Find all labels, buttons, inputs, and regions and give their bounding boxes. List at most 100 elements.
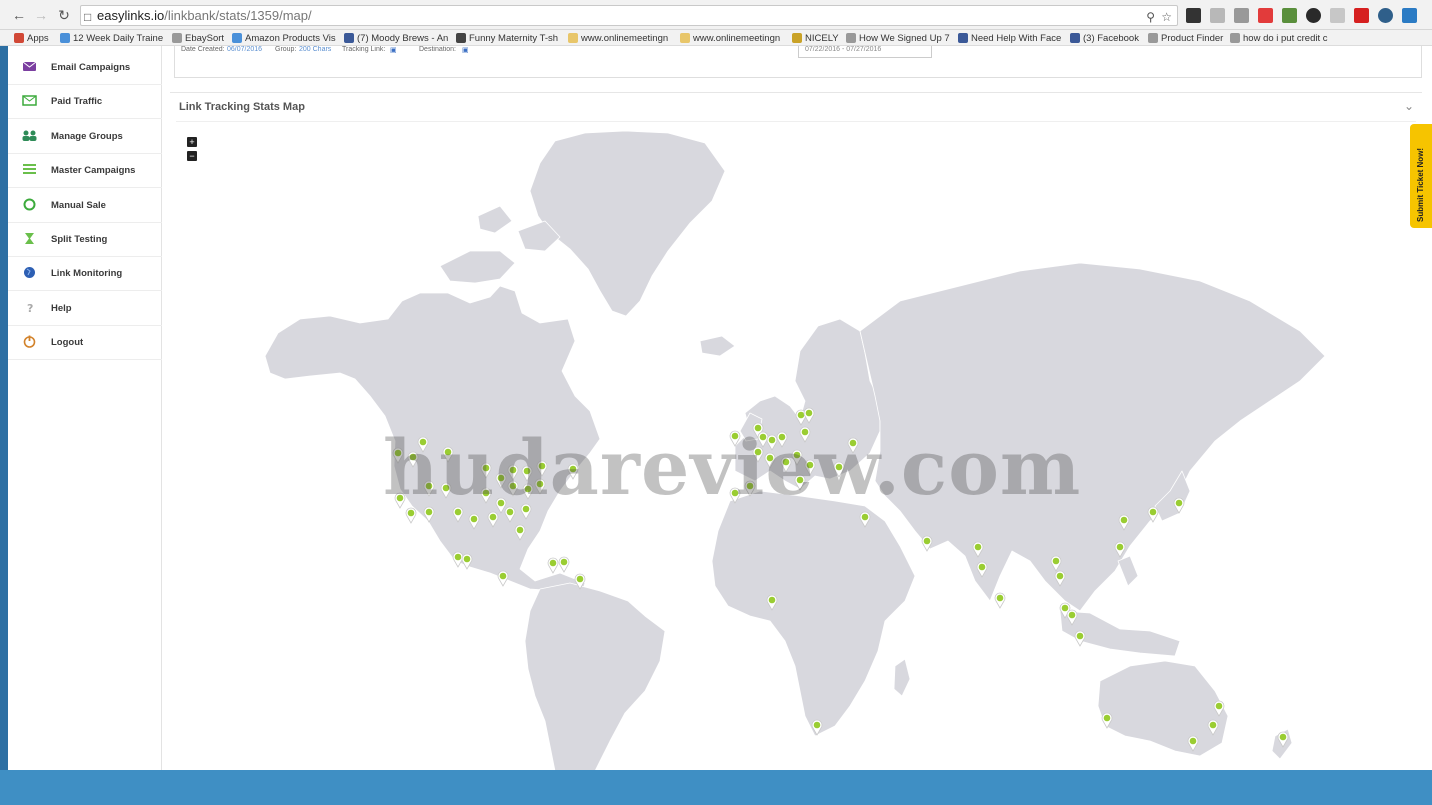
map-marker-dot xyxy=(923,537,931,545)
bookmark-label: Product Finder xyxy=(1161,32,1224,44)
africa xyxy=(711,490,916,737)
sidebar-item-master-campaigns[interactable]: Master Campaigns xyxy=(8,154,162,189)
map-marker-dot xyxy=(1056,572,1064,580)
url-domain: easylinks.io xyxy=(97,8,165,23)
date-created-value: 06/07/2016 xyxy=(227,46,263,53)
bookmark-label: Amazon Products Vis xyxy=(245,32,336,44)
map-marker-dot xyxy=(768,596,776,604)
map-marker-dot xyxy=(1120,516,1128,524)
cart-icon[interactable] xyxy=(1258,8,1273,23)
sidebar-item-label: Paid Traffic xyxy=(51,96,103,108)
bookmark-item[interactable]: Amazon Products Vis xyxy=(232,31,336,45)
back-arrow-icon[interactable]: ← xyxy=(10,6,28,24)
map-marker[interactable] xyxy=(547,557,559,574)
iceland xyxy=(699,335,736,357)
extension-icon[interactable] xyxy=(1330,8,1345,23)
bookmark-item[interactable]: Apps xyxy=(14,31,49,45)
map-marker-dot xyxy=(1279,733,1287,741)
page-icon xyxy=(1148,33,1158,43)
bookmark-item[interactable]: (3) Facebook xyxy=(1070,31,1139,45)
page-icon xyxy=(1230,33,1240,43)
extension-icon[interactable] xyxy=(1186,8,1201,23)
map-marker-dot xyxy=(797,411,805,419)
app-content: Email Campaigns Paid Traffic Manage Groups… xyxy=(0,46,1432,770)
sidebar-item-manual-sale[interactable]: Manual Sale xyxy=(8,189,162,223)
greenland xyxy=(529,130,726,317)
bookmark-item[interactable]: www.onlinemeetingn xyxy=(568,31,668,45)
bookmark-item[interactable]: (7) Moody Brews - An xyxy=(344,31,448,45)
bookmark-item[interactable]: How We Signed Up 7 xyxy=(846,31,950,45)
map-marker-dot xyxy=(978,563,986,571)
sidebar: Email Campaigns Paid Traffic Manage Groups… xyxy=(8,46,162,770)
bookmark-label: Need Help With Face xyxy=(971,32,1062,44)
list-icon xyxy=(23,164,36,175)
bookmark-item[interactable]: Funny Maternity T-sh xyxy=(456,31,558,45)
sidebar-item-paid-traffic[interactable]: Paid Traffic xyxy=(8,85,162,120)
search-icon[interactable]: ⚲ xyxy=(1146,8,1155,25)
page-icon: □ xyxy=(84,10,92,24)
extension-icon[interactable] xyxy=(1306,8,1321,23)
bookmark-label: EbaySort xyxy=(185,32,225,44)
date-range-picker[interactable]: 07/22/2016 - 07/27/2016 xyxy=(798,46,932,58)
star-icon[interactable]: ☆ xyxy=(1161,8,1172,25)
reload-icon[interactable]: ↻ xyxy=(55,6,73,24)
extension-icon[interactable] xyxy=(1354,8,1369,23)
bookmark-label: (3) Facebook xyxy=(1083,32,1139,44)
map-marker-dot xyxy=(813,721,821,729)
group-value: 200 Chars xyxy=(299,46,332,53)
group-label: Group: xyxy=(275,46,297,53)
bookmark-icon xyxy=(792,33,802,43)
sidebar-item-label: Help xyxy=(51,302,72,314)
bookmark-item[interactable]: EbaySort xyxy=(172,31,224,45)
map-marker-dot xyxy=(1061,604,1069,612)
map-marker[interactable] xyxy=(497,570,509,587)
zoom-out-button[interactable]: − xyxy=(187,151,197,161)
submit-ticket-tab[interactable]: Submit Ticket Now! xyxy=(1410,124,1432,228)
map-marker[interactable] xyxy=(558,556,570,573)
users-icon xyxy=(22,130,37,141)
map-marker-dot xyxy=(1189,737,1197,745)
map-marker[interactable] xyxy=(1074,630,1086,647)
bookmark-icon xyxy=(456,33,466,43)
sidebar-item-split-testing[interactable]: Split Testing xyxy=(8,223,162,257)
sidebar-item-email-campaigns[interactable]: Email Campaigns xyxy=(8,51,162,85)
map-marker-dot xyxy=(1215,702,1223,710)
sidebar-item-logout[interactable]: Logout xyxy=(8,326,162,361)
url-path: /linkbank/stats/1359/map/ xyxy=(164,8,312,23)
divider xyxy=(176,121,1416,122)
map-marker-dot xyxy=(454,553,462,561)
chevron-down-icon[interactable]: ⌄ xyxy=(1404,99,1414,113)
extension-icon[interactable] xyxy=(1402,8,1417,23)
bookmark-item[interactable]: Product Finder xyxy=(1148,31,1223,45)
extension-icon[interactable] xyxy=(1378,8,1393,23)
address-bar[interactable]: □ easylinks.io/linkbank/stats/1359/map/ … xyxy=(80,5,1178,26)
map-marker-dot xyxy=(974,543,982,551)
map-marker-dot xyxy=(1076,632,1084,640)
bookmark-item[interactable]: Need Help With Face xyxy=(958,31,1061,45)
folder-icon xyxy=(568,33,578,43)
bookmark-icon xyxy=(60,33,70,43)
link-icon[interactable]: ▣ xyxy=(390,46,397,54)
bookmark-label: Funny Maternity T-sh xyxy=(469,32,559,44)
map-marker-dot xyxy=(805,409,813,417)
sidebar-item-manage-groups[interactable]: Manage Groups xyxy=(8,120,162,154)
sidebar-item-label: Manual Sale xyxy=(51,199,106,211)
sidebar-item-label: Logout xyxy=(51,337,84,349)
extension-icon[interactable] xyxy=(1210,8,1225,23)
sidebar-item-help[interactable]: ? Help xyxy=(8,292,162,326)
tracking-link-label: Tracking Link: xyxy=(342,46,386,53)
extension-icon[interactable] xyxy=(1234,8,1249,23)
zoom-in-button[interactable]: + xyxy=(187,137,197,147)
bookmark-item[interactable]: 12 Week Daily Traine xyxy=(60,31,163,45)
sidebar-item-link-monitoring[interactable]: Link Monitoring xyxy=(8,257,162,292)
bookmark-item[interactable]: how do i put credit c xyxy=(1230,31,1328,45)
forward-arrow-icon[interactable]: → xyxy=(32,6,50,24)
bookmark-label: www.onlinemeetingn xyxy=(693,32,781,44)
facebook-icon xyxy=(1070,33,1080,43)
bookmark-item[interactable]: NICELY xyxy=(792,31,839,45)
extension-icon[interactable] xyxy=(1282,8,1297,23)
map-marker[interactable] xyxy=(994,592,1006,609)
bookmark-item[interactable]: www.onlinemeetingn xyxy=(680,31,780,45)
map-marker-dot xyxy=(463,555,471,563)
link-icon[interactable]: ▣ xyxy=(462,46,469,54)
